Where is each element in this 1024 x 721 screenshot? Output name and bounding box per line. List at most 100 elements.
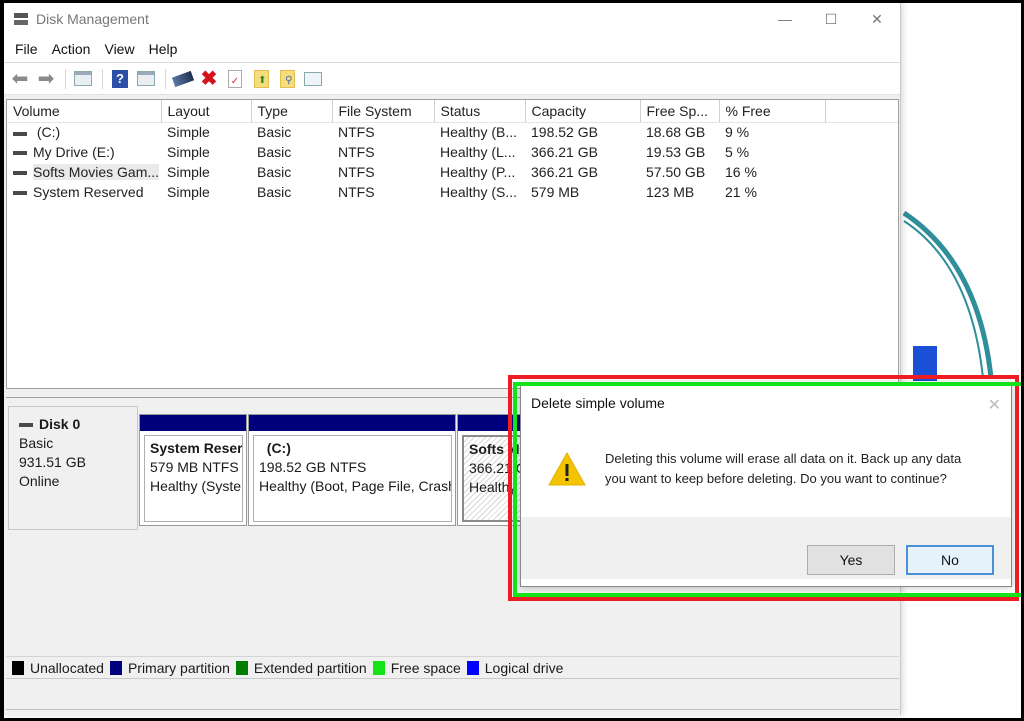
column-header-type[interactable]: Type [251, 100, 333, 123]
menu-view[interactable]: View [97, 41, 141, 57]
menu-file[interactable]: File [8, 41, 45, 57]
delete-x-icon: ✖ [200, 68, 218, 90]
table-row-selected[interactable]: Softs Movies Gam... Simple Basic NTFS He… [7, 162, 898, 182]
drive-icon [13, 191, 27, 196]
export-list-button[interactable]: ⬆ [249, 68, 273, 90]
column-header-percent-free[interactable]: % Free [719, 100, 826, 123]
folder-search-icon: ⚲ [279, 69, 295, 88]
partition-status: Healthy (Boot, Page File, Crash [259, 478, 452, 494]
toolbar: ⬅ ➡ ? ✖ ✓ ⬆ ⚲ [4, 63, 900, 95]
toolbar-separator [65, 68, 66, 89]
dialog-title[interactable]: Delete simple volume [521, 385, 1011, 421]
partition-c[interactable]: (C:) 198.52 GB NTFS Healthy (Boot, Page … [248, 414, 456, 526]
column-header-file-system[interactable]: File System [332, 100, 435, 123]
status-bar [6, 680, 899, 710]
menu-action[interactable]: Action [45, 41, 98, 57]
cell-free-space: 18.68 GB [646, 124, 706, 141]
settings-button[interactable] [301, 68, 325, 90]
disk-icon [19, 423, 33, 428]
table-row[interactable]: My Drive (E:) Simple Basic NTFS Healthy … [7, 142, 898, 162]
close-button[interactable]: ✕ [854, 3, 900, 35]
drive-icon [13, 171, 27, 176]
disk-management-window: Disk Management — ☐ ✕ File Action View H… [4, 3, 901, 715]
wallpaper-blue-shape [913, 346, 937, 381]
folder-up-arrow-icon: ⬆ [253, 69, 269, 88]
help-button[interactable]: ? [108, 68, 132, 90]
properties-button[interactable]: ✓ [223, 68, 247, 90]
screenshot-frame: Disk Management — ☐ ✕ File Action View H… [4, 3, 1021, 718]
legend-primary-partition: Primary partition [109, 660, 230, 676]
column-header-filler [825, 100, 898, 123]
cell-status: Healthy (L... [440, 144, 516, 160]
dialog-message: Deleting this volume will erase all data… [605, 451, 962, 486]
cell-type: Basic [257, 144, 292, 160]
cell-capacity: 366.21 GB [531, 164, 598, 180]
connect-disk-button[interactable] [171, 68, 195, 90]
back-button[interactable]: ⬅ [8, 68, 32, 90]
partition-size: 198.52 GB NTFS [259, 459, 367, 475]
legend-free-space: Free space [372, 660, 461, 676]
legend-unallocated: Unallocated [12, 660, 104, 676]
disk-management-app-icon [13, 12, 29, 26]
no-button[interactable]: No [906, 545, 994, 575]
delete-button[interactable]: ✖ [197, 68, 221, 90]
cell-type: Basic [257, 184, 292, 200]
legend-swatch [466, 660, 479, 675]
partition-system-reserved[interactable]: System Reser 579 MB NTFS Healthy (Syste [139, 414, 247, 526]
yes-button[interactable]: Yes [807, 545, 895, 575]
dialog-footer: Yes No [521, 517, 1011, 579]
primary-partition-bar [249, 415, 455, 431]
rescan-disks-button[interactable]: ⚲ [275, 68, 299, 90]
cell-type: Basic [257, 124, 292, 141]
menu-help[interactable]: Help [142, 41, 185, 57]
menu-bar: File Action View Help [4, 35, 900, 63]
partition-name: (C:) [259, 440, 291, 456]
column-header-status[interactable]: Status [434, 100, 526, 123]
cell-volume: (C:) [7, 122, 161, 142]
toolbar-separator [102, 68, 103, 89]
cell-status: Healthy (S... [440, 184, 518, 200]
disk-0-label[interactable]: Disk 0 Basic 931.51 GB Online [8, 406, 138, 530]
cell-free-space: 57.50 GB [646, 164, 706, 180]
legend-swatch [109, 660, 122, 675]
column-header-layout[interactable]: Layout [161, 100, 252, 123]
maximize-button[interactable]: ☐ [808, 3, 854, 35]
cell-status: Healthy (P... [440, 164, 516, 180]
cell-volume: System Reserved [7, 182, 161, 202]
cell-type: Basic [257, 164, 292, 180]
partition-size: 579 MB NTFS [150, 459, 239, 475]
disk-size: 931.51 GB [19, 454, 86, 470]
show-action-pane-button[interactable] [134, 68, 158, 90]
cell-free-space: 19.53 GB [646, 144, 706, 160]
action-pane-icon [137, 71, 155, 86]
cell-percent-free: 9 % [725, 124, 750, 141]
forward-button[interactable]: ➡ [34, 68, 58, 90]
checklist-icon [304, 71, 322, 86]
forward-arrow-icon: ➡ [37, 67, 55, 90]
cell-volume: Softs Movies Gam... [7, 162, 161, 182]
legend-swatch [372, 660, 385, 675]
drive-icon [13, 151, 27, 156]
minimize-button[interactable]: — [762, 3, 808, 35]
dialog-close-icon[interactable]: ✕ [988, 395, 1001, 415]
title-bar[interactable]: Disk Management — ☐ ✕ [4, 3, 900, 35]
column-header-volume[interactable]: Volume [7, 100, 162, 123]
table-row[interactable]: (C:) Simple Basic NTFS Healthy (B... 198… [7, 122, 898, 142]
cell-status: Healthy (B... [440, 124, 518, 141]
column-header-free-space[interactable]: Free Sp... [640, 100, 720, 123]
cell-capacity: 198.52 GB [531, 124, 598, 141]
volume-table: Volume Layout Type File System Status Ca… [7, 100, 898, 202]
column-header-capacity[interactable]: Capacity [525, 100, 641, 123]
properties-checkmark-icon: ✓ [228, 69, 242, 88]
legend-bar: Unallocated Primary partition Extended p… [6, 656, 899, 679]
legend-extended-partition: Extended partition [235, 660, 367, 676]
cell-file-system: NTFS [338, 184, 375, 200]
window-title: Disk Management [36, 11, 149, 27]
cell-volume: My Drive (E:) [7, 142, 161, 162]
show-hide-console-tree-button[interactable] [71, 68, 95, 90]
cell-layout: Simple [167, 124, 210, 141]
cell-capacity: 366.21 GB [531, 144, 598, 160]
cell-file-system: NTFS [338, 124, 375, 141]
cell-layout: Simple [167, 144, 210, 160]
table-row[interactable]: System Reserved Simple Basic NTFS Health… [7, 182, 898, 202]
